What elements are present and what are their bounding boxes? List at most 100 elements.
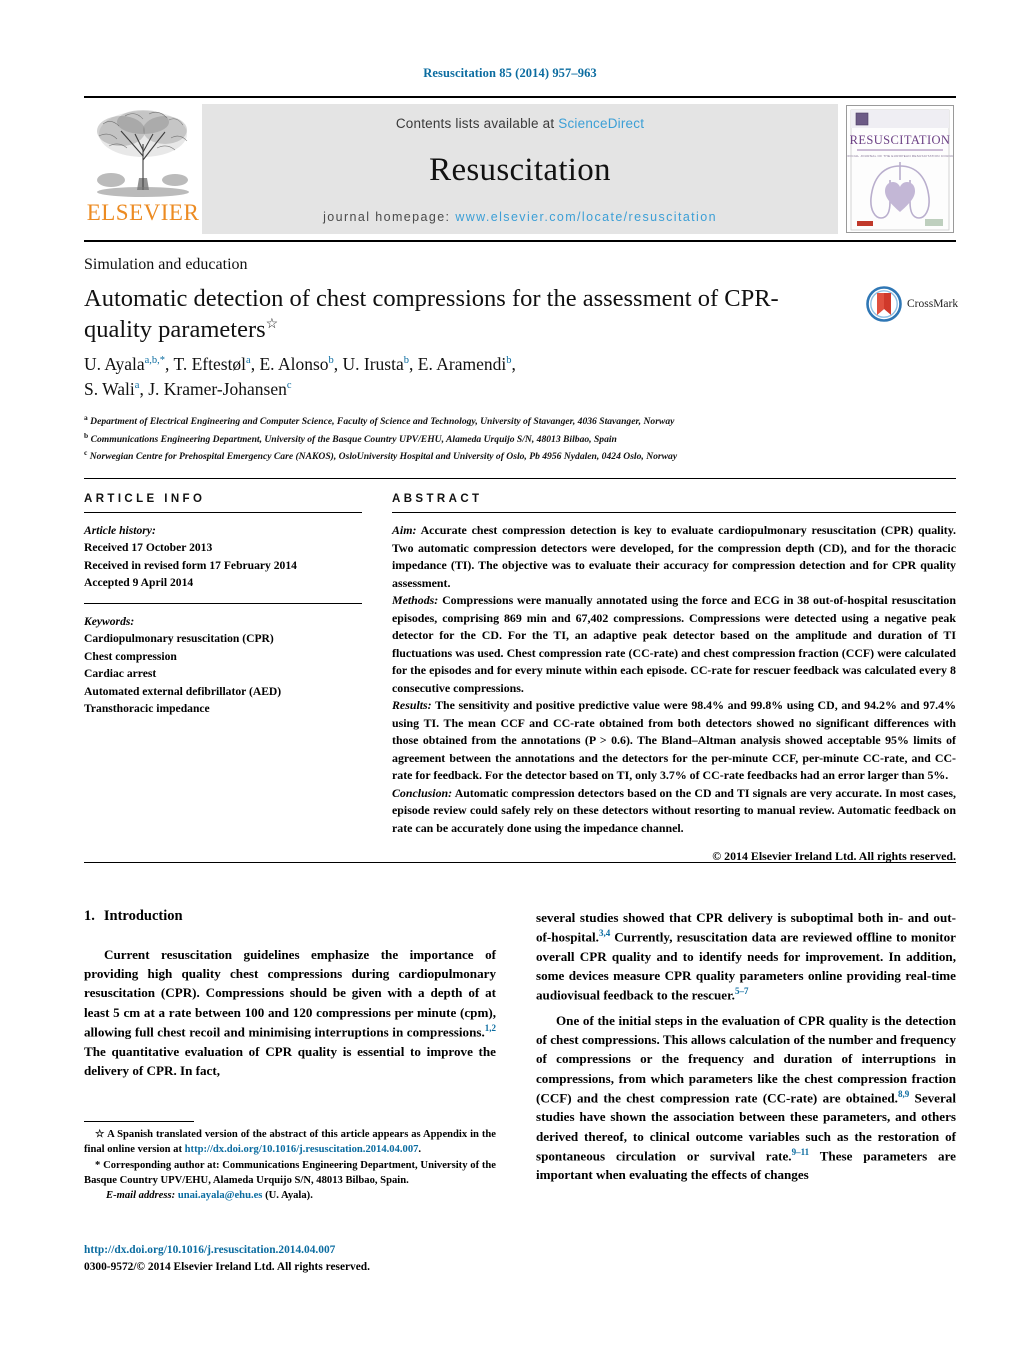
keywords-label: Keywords: [84, 614, 135, 628]
svg-text:OFFICIAL JOURNAL OF THE EUROPE: OFFICIAL JOURNAL OF THE EUROPEAN RESUSCI… [847, 154, 953, 158]
affiliation-marker: a [84, 413, 88, 422]
abstract-section: Results: The sensitivity and positive pr… [392, 697, 956, 785]
abstract-copyright: © 2014 Elsevier Ireland Ltd. All rights … [712, 849, 956, 863]
affiliation-text: Communications Engineering Department, U… [90, 433, 617, 445]
crossmark-badge[interactable]: CrossMark [866, 286, 958, 322]
abstract-section-lead: Conclusion: [392, 785, 453, 800]
affiliation-list: a Department of Electrical Engineering a… [84, 412, 874, 465]
keywords-divider [84, 602, 362, 604]
abstract-section-lead: Aim: [392, 523, 417, 537]
elsevier-logo: ELSEVIER [84, 98, 202, 240]
keyword-item: Chest compression [84, 649, 177, 663]
crossmark-icon[interactable] [866, 286, 902, 322]
email-link[interactable]: unai.ayala@ehu.es [178, 1190, 263, 1201]
journal-homepage-link[interactable]: www.elsevier.com/locate/resuscitation [455, 210, 717, 224]
author-affiliation-marker: a [246, 355, 251, 367]
author-list: U. Ayalaa,b,*, T. Eftestøla, E. Alonsob,… [84, 354, 516, 400]
abstract-section-text: Compressions were manually annotated usi… [392, 593, 956, 695]
affiliation-item: b Communications Engineering Department,… [84, 430, 874, 448]
author-name: U. Irusta [342, 354, 404, 374]
affiliation-text: Department of Electrical Engineering and… [90, 416, 675, 428]
footnote-divider [84, 1121, 194, 1122]
masthead-center-band: Contents lists available at ScienceDirec… [202, 104, 838, 234]
title-footnote-marker: ☆ [265, 317, 279, 333]
paragraph: One of the initial steps in the evaluati… [536, 1011, 956, 1185]
author-name: J. Kramer-Johansen [148, 379, 287, 400]
citation-ref[interactable]: 5–7 [735, 986, 749, 996]
elsevier-tree-icon [93, 106, 193, 198]
article-info-heading: ARTICLE INFO [84, 493, 206, 505]
contents-available-line: Contents lists available at ScienceDirec… [396, 116, 644, 131]
footnote-block: ☆ A Spanish translated version of the ab… [84, 1127, 496, 1204]
elsevier-wordmark: ELSEVIER [86, 200, 200, 225]
footnote-corr-text: Corresponding author at: Communications … [84, 1159, 496, 1187]
journal-homepage-line: journal homepage: www.elsevier.com/locat… [323, 210, 717, 224]
author-name: E. Aramendi [417, 354, 507, 374]
citation-ref[interactable]: 9–11 [792, 1147, 810, 1157]
abstract-section-text: The sensitivity and positive predictive … [392, 698, 956, 782]
footnote-star: ☆ A Spanish translated version of the ab… [84, 1127, 496, 1158]
email-suffix: (U. Ayala). [262, 1190, 313, 1202]
footer-doi-block: http://dx.doi.org/10.1016/j.resuscitatio… [84, 1242, 514, 1276]
affiliation-marker: c [84, 448, 88, 458]
affiliation-marker: b [84, 430, 89, 440]
abstract-section-lead: Methods: [392, 593, 439, 607]
sciencedirect-link[interactable]: ScienceDirect [558, 116, 644, 131]
homepage-prefix: journal homepage: [323, 210, 456, 224]
keyword-item: Transthoracic impedance [84, 702, 210, 716]
svg-text:RESUSCITATION: RESUSCITATION [850, 133, 951, 147]
author-affiliation-marker: a [134, 380, 140, 392]
footnote-star-marker: ☆ [95, 1129, 105, 1140]
abstract-section-text: Accurate chest compression detection is … [392, 523, 956, 590]
author-name: T. Eftestøl [173, 354, 247, 374]
running-head: Resuscitation 85 (2014) 957–963 [423, 66, 597, 80]
section-heading-introduction: 1. Introduction [84, 908, 496, 925]
section-number: 1. [84, 908, 95, 924]
footnote-email: E-mail address: unai.ayala@ehu.es (U. Ay… [84, 1188, 496, 1203]
author-name: S. Wali [84, 379, 135, 400]
paragraph: Current resuscitation guidelines emphasi… [84, 945, 496, 1080]
journal-title: Resuscitation [429, 152, 611, 188]
citation-ref[interactable]: 3,4 [599, 928, 610, 938]
abstract-section-text: Automatic compression detectors based on… [392, 785, 956, 835]
keyword-item: Cardiac arrest [84, 667, 157, 681]
journal-cover-thumbnail: RESUSCITATION OFFICIAL JOURNAL OF THE EU… [846, 105, 954, 233]
footer-issn-line: 0300-9572/© 2014 Elsevier Ireland Ltd. A… [84, 1261, 370, 1274]
footnote-corresponding-author: * Corresponding author at: Communication… [84, 1158, 496, 1189]
body-column-right: several studies showed that CPR delivery… [536, 908, 956, 1191]
contents-prefix: Contents lists available at [395, 116, 559, 131]
affiliation-text: Norwegian Centre for Prehospital Emergen… [89, 451, 678, 463]
abstract-section-lead: Results: [392, 698, 432, 712]
abstract-heading: ABSTRACT [392, 493, 483, 505]
article-history-item: Received 17 October 2013 [84, 541, 213, 555]
author-name: E. Alonso [259, 354, 329, 374]
crossmark-label: CrossMark [907, 298, 959, 310]
paragraph: several studies showed that CPR delivery… [536, 908, 956, 1005]
abstract-section: Methods: Compressions were manually anno… [392, 592, 956, 697]
paragraph-text: One of the initial steps in the evaluati… [536, 1012, 956, 1106]
page-title: Automatic detection of chest compression… [84, 283, 784, 346]
section-title: Introduction [103, 908, 183, 924]
abstract-block-top-rule [84, 478, 956, 479]
author-affiliation-marker: b [506, 355, 512, 367]
abstract-column: ABSTRACT Aim: Accurate chest compression… [392, 493, 956, 864]
author-affiliation-marker: b [403, 355, 409, 367]
abstract-section: Aim: Accurate chest compression detectio… [392, 522, 956, 592]
citation-ref[interactable]: 1,2 [485, 1023, 496, 1033]
article-history-item: Received in revised form 17 February 201… [84, 558, 297, 572]
body-column-left: 1. Introduction Current resuscitation gui… [84, 908, 496, 1086]
article-info-rule [84, 512, 362, 513]
article-page: Resuscitation 85 (2014) 957–963 ELSEVIER… [0, 0, 1020, 1351]
keyword-item: Automated external defibrillator (AED) [84, 684, 282, 698]
author-affiliation-marker: c [286, 380, 292, 392]
article-history-label: Article history: [84, 524, 156, 537]
author-affiliation-marker: a,b,* [144, 355, 166, 367]
citation-ref[interactable]: 8,9 [898, 1089, 909, 1099]
footer-doi-link[interactable]: http://dx.doi.org/10.1016/j.resuscitatio… [84, 1242, 514, 1259]
affiliation-item: c Norwegian Centre for Prehospital Emerg… [84, 447, 874, 465]
cover-artwork-icon: RESUSCITATION OFFICIAL JOURNAL OF THE EU… [847, 106, 953, 232]
affiliation-item: a Department of Electrical Engineering a… [84, 412, 874, 430]
journal-masthead: ELSEVIER Contents lists available at Sci… [84, 96, 956, 242]
footnote-star-text-end: . [418, 1144, 422, 1156]
footnote-doi-link[interactable]: http://dx.doi.org/10.1016/j.resuscitatio… [185, 1144, 419, 1155]
